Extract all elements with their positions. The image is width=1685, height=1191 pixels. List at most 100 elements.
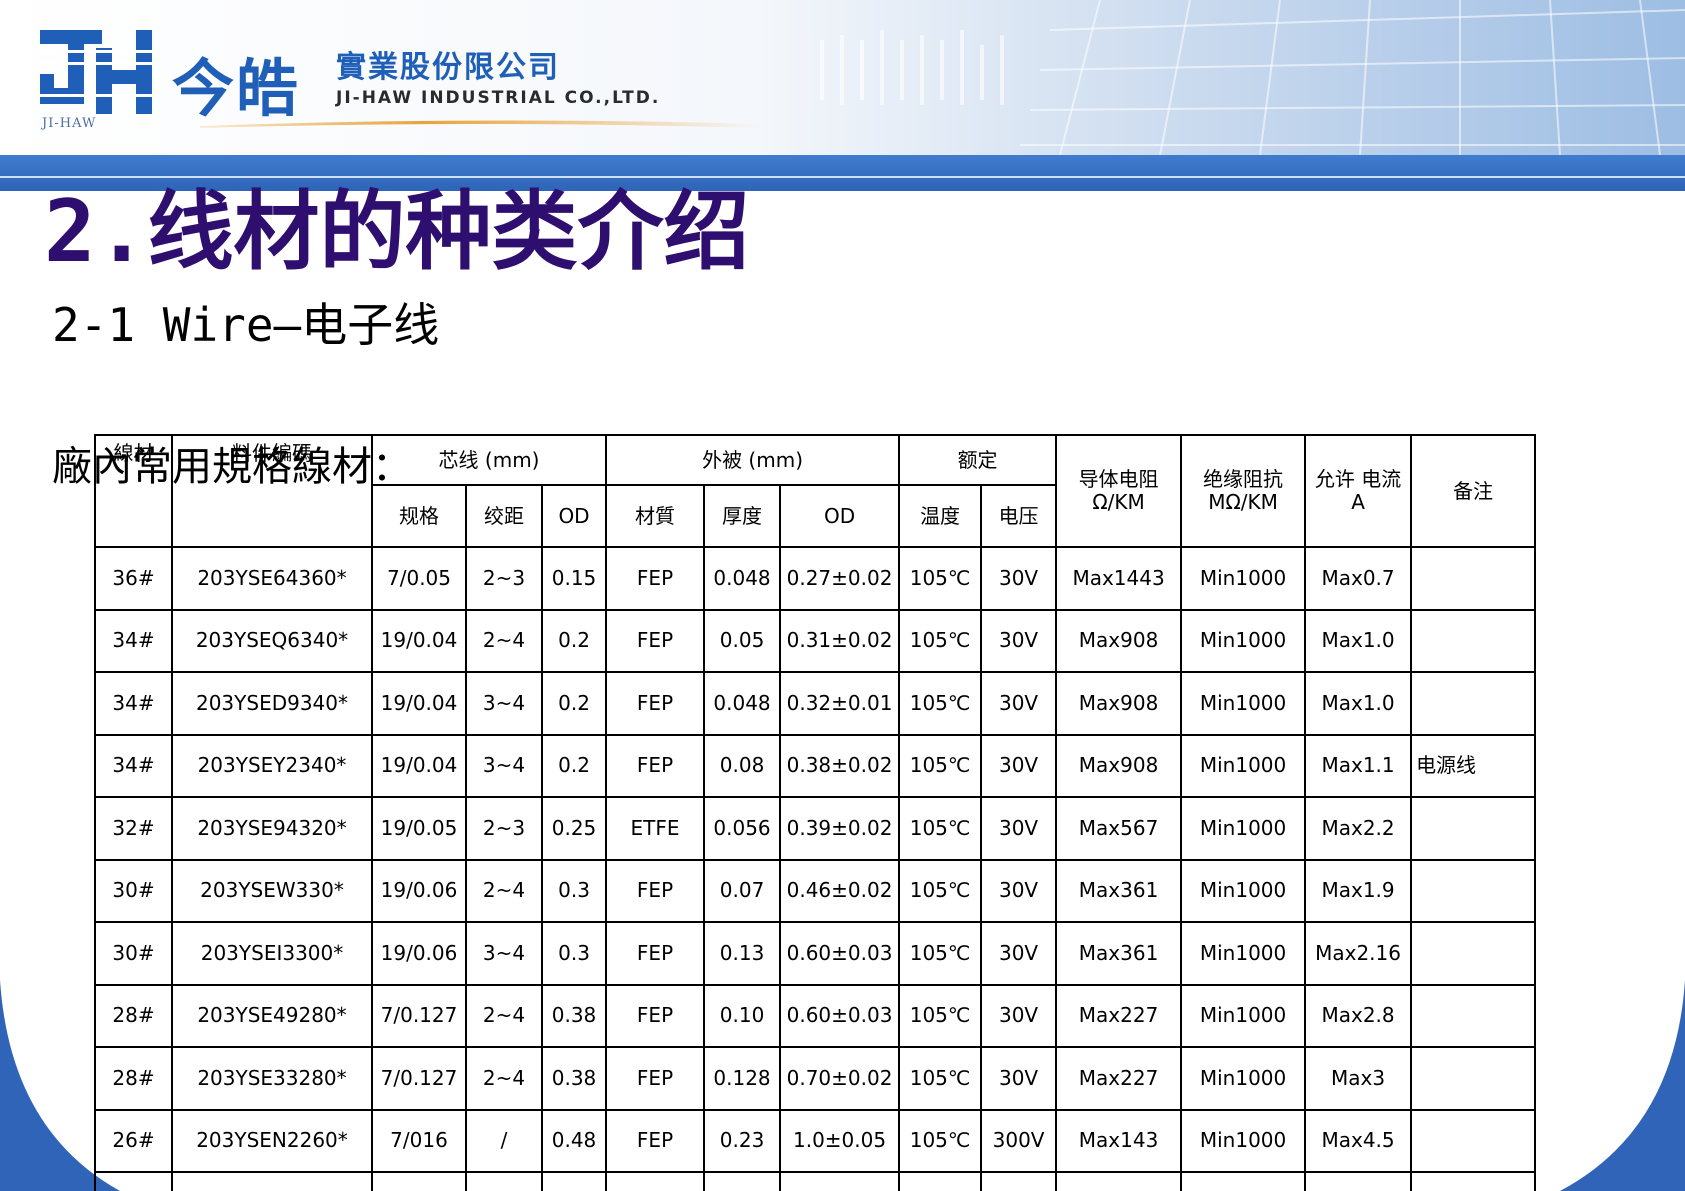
cell-twist-pitch [465,1171,543,1191]
cell-remark [1410,858,1537,923]
cell-conductor-resistance: Max361 [1055,858,1183,923]
cell-remark [1410,921,1537,986]
cell-core-od: 0.38 [540,983,608,1048]
cell-insulation-resistance: Min1000 [1180,921,1307,986]
cell-jacket-od: 0.27±0.02 [779,546,901,611]
cell-core-od: 0.3 [540,921,608,986]
cell-jacket-thickness: 0.048 [703,671,782,736]
cell-part-number: 203YSEN2260* [171,1108,373,1173]
cell-rated-voltage: 30V [980,796,1058,861]
cell-part-number: 203YSEW330* [171,858,373,923]
cell-jacket-thickness: 0.07 [703,858,782,923]
cell-rated-voltage: 30V [980,858,1058,923]
cell-conductor-resistance: Max227 [1055,983,1183,1048]
cell-jacket-material: FEP [605,921,706,986]
cell-core-spec [371,1171,467,1191]
gold-swoosh-graphic [200,120,760,128]
cell-remark [1410,983,1537,1048]
table-row: 34# 203YSEQ6340* 19/0.04 2~4 0.2 FEP 0.05 0.31±… [94,608,1537,673]
cell-core-od: 0.2 [540,733,608,798]
col-header-current: 允许 电流 A [1304,434,1413,548]
cell-jacket-material: FEP [605,858,706,923]
cell-jacket-od: 0.32±0.01 [779,671,901,736]
cell-insulation-resistance: Min1000 [1180,1046,1307,1111]
table-row: 32# 203YSE94320* 19/0.05 2~3 0.25 ETFE 0.056 0.… [94,796,1537,861]
col-header-remark: 备注 [1410,434,1537,548]
cell-remark [1410,1108,1537,1173]
cell-core-spec: 19/0.04 [371,608,467,673]
cell-jacket-od: 0.38±0.02 [779,733,901,798]
cell-allowed-current: Max1.1 [1304,733,1413,798]
table-row: 0.4 0.080.70±0105 [94,1171,1537,1191]
jh-logo-icon [40,30,158,114]
cell-twist-pitch: 2~4 [465,608,543,673]
cell-rated-temp: 105℃ [898,671,983,736]
cell-remark: 电源线 [1410,733,1537,798]
cell-part-number: 203YSEQ6340* [171,608,373,673]
cell-jacket-od: 0.70±0.02 [779,1046,901,1111]
cell-rated-voltage: 30V [980,921,1058,986]
cell-jacket-material: FEP [605,671,706,736]
cell-rated-temp: 105℃ [898,546,983,611]
cell-remark [1410,546,1537,611]
cell-core-spec: 7/0.05 [371,546,467,611]
cell-allowed-current: Max2.16 [1304,921,1413,986]
col-header-thickness: 厚度 [703,484,782,548]
cell-conductor-resistance: Max567 [1055,796,1183,861]
cell-wire-gauge [94,1171,173,1191]
cell-jacket-thickness: 0.23 [703,1108,782,1173]
page-title: 2.线材的种类介绍 [44,182,750,282]
cell-twist-pitch: 2~3 [465,546,543,611]
cell-jacket-material: FEP [605,608,706,673]
cell-core-spec: 19/0.06 [371,858,467,923]
cell-core-od: 0.3 [540,858,608,923]
cell-wire-gauge: 30# [94,921,173,986]
cell-rated-voltage: 30V [980,983,1058,1048]
cell-twist-pitch: 2~4 [465,858,543,923]
cell-rated-temp: 105℃ [898,1108,983,1173]
cell-core-od: 0.38 [540,1046,608,1111]
col-header-spec: 规格 [371,484,467,548]
cell-rated-voltage: 30V [980,546,1058,611]
cell-wire-gauge: 28# [94,1046,173,1111]
cell-core-spec: 19/0.06 [371,921,467,986]
company-name-en: JI-HAW INDUSTRIAL CO.,LTD. [336,88,661,108]
cell-allowed-current: Max2.2 [1304,796,1413,861]
col-header-voltage: 电压 [980,484,1058,548]
table-caption: 廠內常用規格線材： [52,444,412,490]
cell-remark [1410,796,1537,861]
cell-jacket-material: FEP [605,1108,706,1173]
cell-rated-voltage: 30V [980,733,1058,798]
cell-core-spec: 19/0.04 [371,671,467,736]
table-row: 34# 203YSED9340* 19/0.04 3~4 0.2 FEP 0.048 0.32… [94,671,1537,736]
cell-jacket-thickness: 0.05 [703,608,782,673]
cell-jacket-od: 1.0±0.05 [779,1108,901,1173]
header-band-line [0,176,1685,178]
cell-remark [1410,1171,1537,1191]
cell-allowed-current: Max2.8 [1304,983,1413,1048]
cell-conductor-resistance: Max1443 [1055,546,1183,611]
cell-twist-pitch: / [465,1108,543,1173]
cell-rated-voltage: 30V [980,671,1058,736]
cell-insulation-resistance: Min1000 [1180,983,1307,1048]
cell-insulation-resistance: Min1000 [1180,671,1307,736]
cell-allowed-current [1304,1171,1413,1191]
cell-jacket-thickness: 0.08 [703,1171,782,1191]
cell-rated-voltage: 30V [980,608,1058,673]
col-header-material: 材質 [605,484,706,548]
cell-allowed-current: Max3 [1304,1046,1413,1111]
col-group-rating: 额定 [898,434,1058,486]
col-header-temp: 温度 [898,484,983,548]
cell-part-number [171,1171,373,1191]
cell-rated-temp: 105 [898,1171,983,1191]
cell-allowed-current: Max4.5 [1304,1108,1413,1173]
cell-core-spec: 7/0.127 [371,1046,467,1111]
col-header-jacket-od: OD [779,484,901,548]
cell-rated-voltage: 300V [980,1108,1058,1173]
cell-jacket-od: 0.31±0.02 [779,608,901,673]
cell-remark [1410,608,1537,673]
cell-part-number: 203YSEY2340* [171,733,373,798]
cell-insulation-resistance: Min1000 [1180,796,1307,861]
cell-rated-temp: 105℃ [898,796,983,861]
cell-part-number: 203YSE94320* [171,796,373,861]
